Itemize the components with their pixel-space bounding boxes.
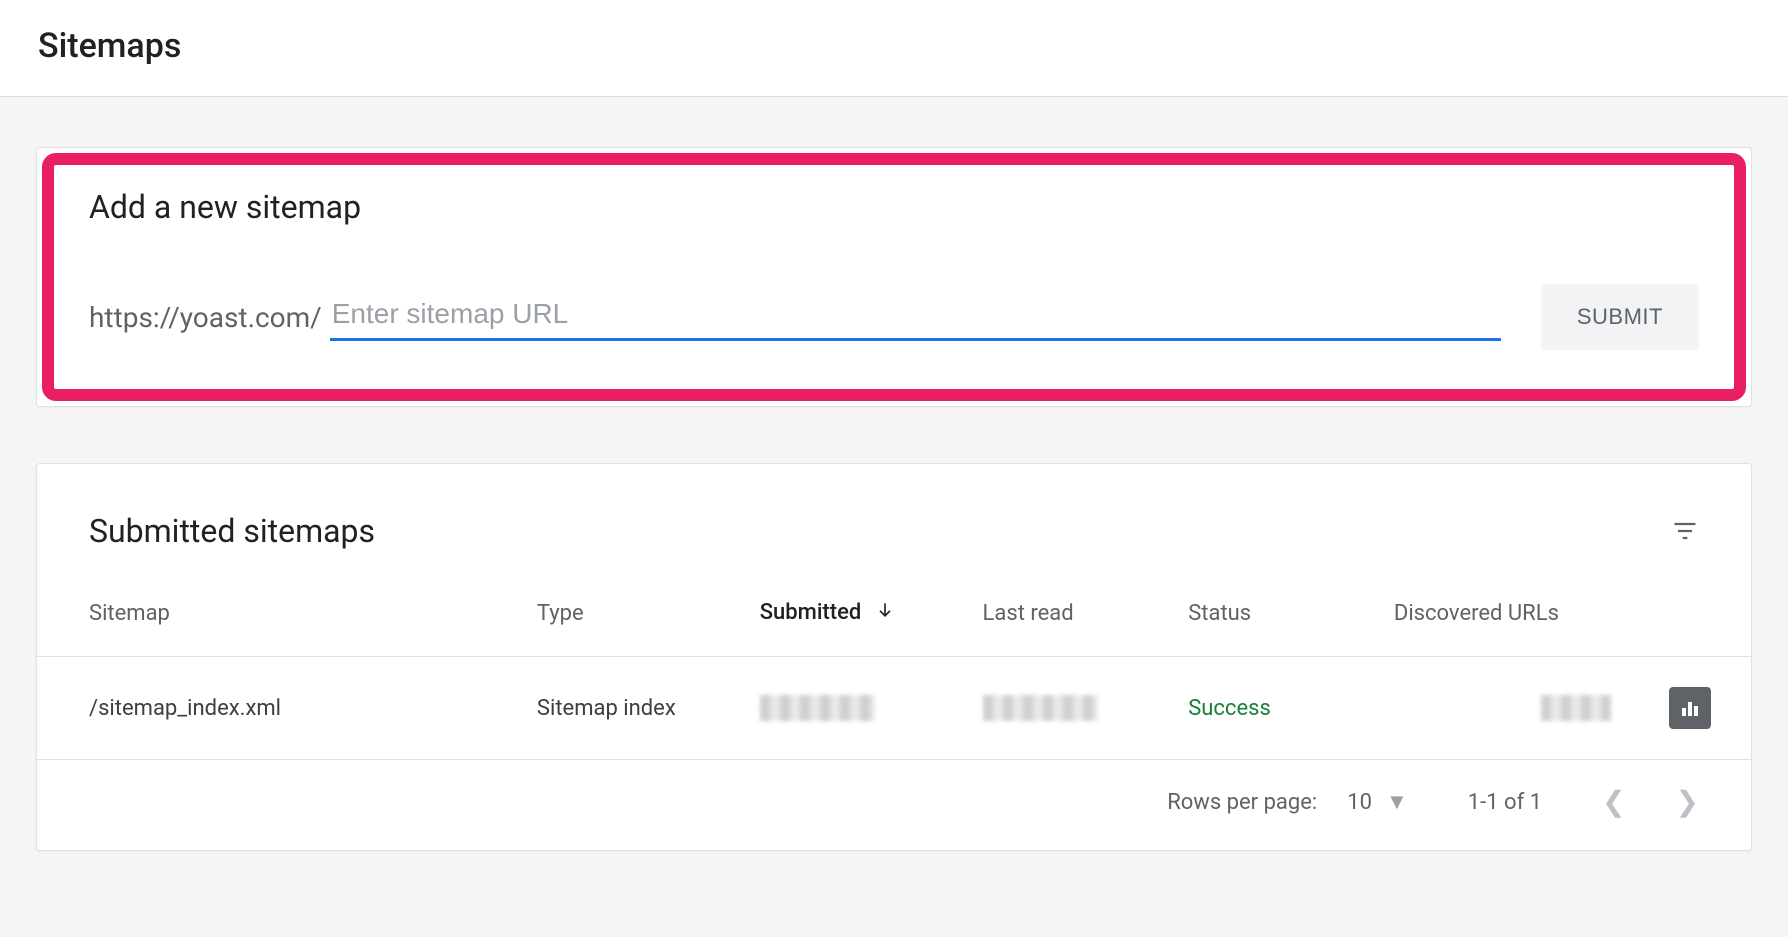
col-status[interactable]: Status	[1168, 570, 1374, 657]
rows-per-page-label: Rows per page:	[1167, 790, 1317, 815]
submitted-sitemaps-title: Submitted sitemaps	[89, 512, 375, 550]
sitemap-url-input[interactable]	[330, 294, 1501, 341]
rows-per-page-value: 10	[1347, 790, 1372, 815]
rows-per-page-select[interactable]: 10 ▼	[1347, 789, 1408, 815]
page-body: Add a new sitemap https://yoast.com/ SUB…	[0, 97, 1788, 937]
col-discovered[interactable]: Discovered URLs	[1374, 570, 1631, 657]
redacted-value	[1541, 695, 1611, 721]
add-sitemap-card: Add a new sitemap https://yoast.com/ SUB…	[36, 147, 1752, 407]
filter-icon[interactable]	[1671, 517, 1699, 545]
cell-type: Sitemap index	[517, 657, 740, 760]
redacted-value	[760, 695, 875, 721]
col-sitemap[interactable]: Sitemap	[37, 570, 517, 657]
table-row[interactable]: /sitemap_index.xml Sitemap index Success	[37, 657, 1751, 760]
next-page-button[interactable]: ❯	[1676, 788, 1699, 816]
cell-actions	[1631, 657, 1751, 760]
prev-page-button[interactable]: ❮	[1602, 788, 1625, 816]
cell-last-read	[963, 657, 1169, 760]
pagination-range: 1-1 of 1	[1468, 790, 1542, 815]
cell-status: Success	[1168, 657, 1374, 760]
cell-submitted	[740, 657, 963, 760]
col-last-read[interactable]: Last read	[963, 570, 1169, 657]
add-sitemap-title: Add a new sitemap	[89, 188, 1699, 226]
base-url-label: https://yoast.com/	[89, 301, 322, 334]
page-header: Sitemaps	[0, 0, 1788, 97]
page-title: Sitemaps	[38, 26, 1750, 66]
redacted-value	[983, 695, 1098, 721]
col-type[interactable]: Type	[517, 570, 740, 657]
dropdown-triangle-icon: ▼	[1386, 789, 1408, 815]
col-submitted[interactable]: Submitted	[740, 570, 963, 657]
submit-button[interactable]: SUBMIT	[1541, 284, 1699, 350]
submitted-sitemaps-card: Submitted sitemaps Sitemap Type Submitte…	[36, 463, 1752, 851]
sort-descending-icon	[875, 600, 895, 626]
sitemaps-table: Sitemap Type Submitted Last read Status …	[37, 570, 1751, 760]
cell-discovered	[1374, 657, 1631, 760]
cell-sitemap: /sitemap_index.xml	[37, 657, 517, 760]
col-submitted-label: Submitted	[760, 600, 862, 625]
col-actions	[1631, 570, 1751, 657]
table-header-row: Sitemap Type Submitted Last read Status …	[37, 570, 1751, 657]
view-chart-button[interactable]	[1669, 687, 1711, 729]
add-sitemap-row: https://yoast.com/ SUBMIT	[89, 284, 1699, 350]
pagination-bar: Rows per page: 10 ▼ 1-1 of 1 ❮ ❯	[37, 760, 1751, 850]
